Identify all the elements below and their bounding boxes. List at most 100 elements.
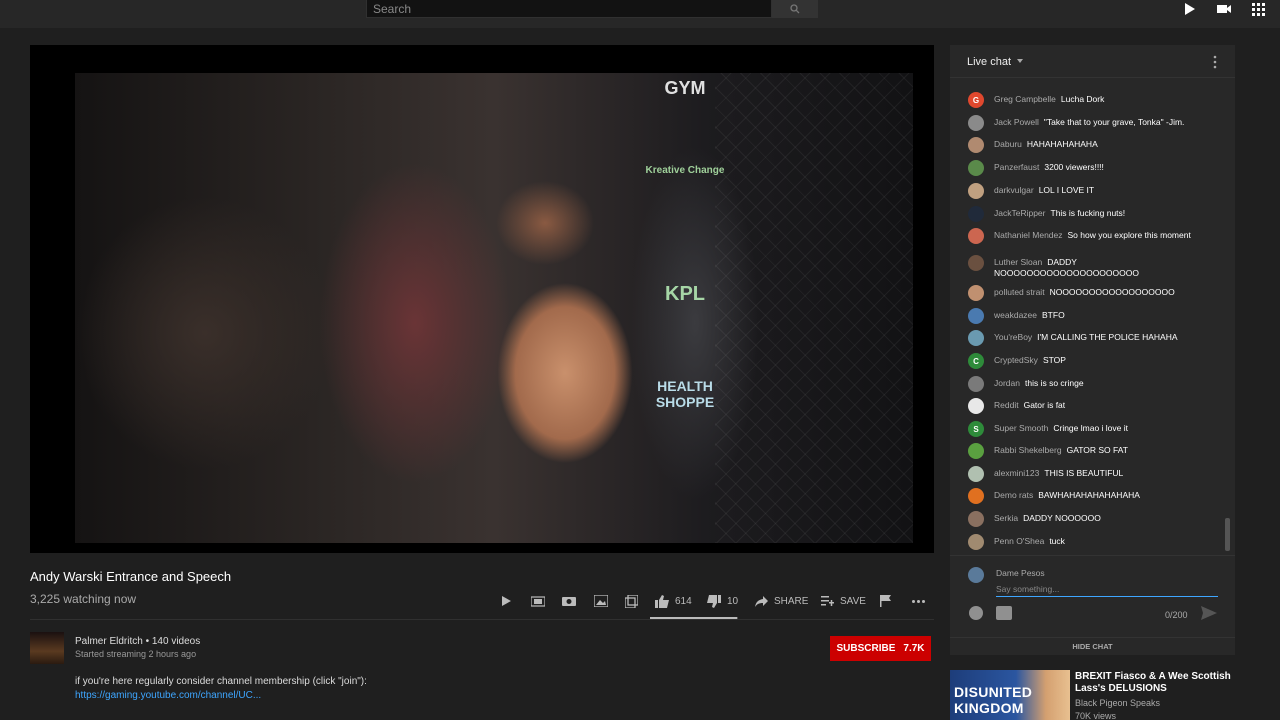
chat-author[interactable]: alexmini123 — [994, 468, 1039, 478]
cage-fence — [715, 73, 913, 543]
chat-avatar: S — [968, 421, 984, 437]
chat-author[interactable]: Luther Sloan — [994, 257, 1042, 267]
play-icon — [502, 596, 511, 606]
chat-author[interactable]: Demo rats — [994, 490, 1033, 500]
chat-author[interactable]: You'reBoy — [994, 332, 1032, 342]
chat-message-body: Super Smooth Cringe lmao i love it — [994, 421, 1128, 434]
chat-message[interactable]: Serkia DADDY NOOOOOO — [968, 511, 1213, 527]
chat-author[interactable]: Jordan — [994, 378, 1020, 388]
subscribe-button[interactable]: SUBSCRIBE 7.7K — [830, 636, 931, 661]
chat-message[interactable]: Jack Powell "Take that to your grave, Ton… — [968, 115, 1213, 131]
chat-message[interactable]: You'reBoy I'M CALLING THE POLICE HAHAHA — [968, 330, 1213, 346]
chat-text: "Take that to your grave, Tonka" -Jim. — [1043, 117, 1185, 127]
clip-button[interactable] — [562, 592, 576, 610]
search-box[interactable] — [366, 0, 772, 18]
video-player[interactable]: GYM Kreative Change KPL HEALTH SHOPPE — [30, 45, 934, 553]
copy-button[interactable] — [625, 592, 638, 610]
chat-message[interactable]: Nathaniel Mendez So how you explore this … — [968, 228, 1213, 244]
chat-message[interactable]: G Greg Campbelle Lucha Dork — [968, 92, 1213, 108]
chat-message[interactable]: S Super Smooth Cringe lmao i love it — [968, 421, 1213, 437]
chat-author[interactable]: weakdazee — [994, 310, 1037, 320]
chat-message[interactable]: Reddit Gator is fat — [968, 398, 1213, 414]
chat-author[interactable]: Panzerfaust — [994, 162, 1039, 172]
chat-author[interactable]: Daburu — [994, 139, 1022, 149]
chat-message[interactable]: Daburu HAHAHAHAHAHA — [968, 137, 1213, 153]
description-link[interactable]: https://gaming.youtube.com/channel/UC... — [75, 690, 261, 701]
miniplayer-icon — [531, 595, 545, 607]
share-button[interactable]: SHARE — [755, 592, 808, 610]
chat-author[interactable]: Penn O'Shea — [994, 536, 1044, 546]
chat-message[interactable]: polluted strait NOOOOOOOOOOOOOOOOOO — [968, 285, 1213, 301]
save-button[interactable]: SAVE — [821, 592, 866, 610]
emoji-icon[interactable] — [969, 606, 983, 620]
video-camera-icon[interactable] — [1214, 0, 1234, 18]
chat-author[interactable]: Greg Campbelle — [994, 94, 1056, 104]
chat-message-body: darkvulgar LOL I LOVE IT — [994, 183, 1094, 196]
chat-message[interactable]: JackTeRipper This is fucking nuts! — [968, 206, 1213, 222]
chat-avatar — [968, 511, 984, 527]
chevron-down-icon[interactable] — [1017, 59, 1023, 63]
super-chat-icon[interactable] — [996, 606, 1012, 620]
video-title: Andy Warski Entrance and Speech — [30, 569, 232, 584]
chat-text: STOP — [1042, 355, 1066, 365]
image-icon — [594, 595, 608, 607]
play-icon[interactable] — [1179, 0, 1199, 18]
channel-avatar[interactable] — [30, 632, 64, 664]
chat-author[interactable]: darkvulgar — [994, 185, 1034, 195]
chat-author[interactable]: Rabbi Shekelberg — [994, 445, 1062, 455]
description-text: if you're here regularly consider channe… — [75, 676, 367, 687]
chat-message-list[interactable]: G Greg Campbelle Lucha Dork Jack Powell "Tak… — [950, 79, 1220, 553]
recommendation-channel[interactable]: Black Pigeon Speaks — [1075, 698, 1160, 708]
chat-scrollbar[interactable] — [1225, 518, 1230, 551]
recommendation-thumbnail[interactable]: DISUNITED KINGDOM — [950, 670, 1070, 720]
search-button[interactable] — [772, 0, 818, 18]
chat-avatar — [968, 183, 984, 199]
chat-author[interactable]: Serkia — [994, 513, 1018, 523]
chat-author[interactable]: Nathaniel Mendez — [994, 230, 1063, 240]
chat-author[interactable]: JackTeRipper — [994, 208, 1046, 218]
chat-message[interactable]: Demo rats BAWHAHAHAHAHAHAHA — [968, 488, 1213, 504]
stream-start-time: Started streaming 2 hours ago — [75, 649, 197, 659]
chat-input-area: Dame Pesos 0/200 — [950, 555, 1235, 637]
chat-message[interactable]: Panzerfaust 3200 viewers!!!! — [968, 160, 1213, 176]
input-author-name: Dame Pesos — [996, 568, 1045, 578]
chat-message[interactable]: alexmini123 THIS IS BEAUTIFUL — [968, 466, 1213, 482]
chat-author[interactable]: Super Smooth — [994, 423, 1048, 433]
like-count: 614 — [675, 595, 692, 607]
more-vertical-icon[interactable] — [1212, 55, 1218, 69]
chat-message-body: Greg Campbelle Lucha Dork — [994, 92, 1104, 105]
chat-author[interactable]: Jack Powell — [994, 117, 1039, 127]
report-button[interactable] — [880, 592, 891, 610]
chat-avatar — [968, 285, 984, 301]
recommendation-title[interactable]: BREXIT Fiasco & A Wee Scottish Lass's DE… — [1075, 671, 1235, 695]
hide-chat-button[interactable]: HIDE CHAT — [950, 637, 1235, 655]
chat-text: BAWHAHAHAHAHAHAHA — [1038, 490, 1140, 500]
chat-message[interactable]: Jordan this is so cringe — [968, 376, 1213, 392]
search-input[interactable] — [367, 0, 771, 18]
chat-message-input[interactable] — [996, 581, 1218, 597]
chat-mode-dropdown[interactable]: Live chat — [967, 56, 1011, 68]
apps-grid-icon[interactable] — [1248, 0, 1268, 18]
play-action-button[interactable] — [500, 592, 512, 610]
chat-avatar: C — [968, 353, 984, 369]
chat-message[interactable]: Luther Sloan DADDY NOOOOOOOOOOOOOOOOOOOOO — [968, 255, 1213, 279]
chat-message[interactable]: weakdazee BTFO — [968, 308, 1213, 324]
chat-message-body: You'reBoy I'M CALLING THE POLICE HAHAHA — [994, 330, 1178, 343]
chat-author[interactable]: CryptedSky — [994, 355, 1038, 365]
dislike-button[interactable]: 10 — [707, 592, 738, 610]
chat-message[interactable]: Penn O'Shea tuck — [968, 534, 1213, 550]
like-button[interactable]: 614 — [655, 592, 692, 610]
more-actions-button[interactable] — [912, 592, 925, 610]
chat-message-body: weakdazee BTFO — [994, 308, 1065, 321]
chat-author[interactable]: polluted strait — [994, 287, 1045, 297]
send-icon[interactable] — [1200, 605, 1218, 621]
channel-name[interactable]: Palmer Eldritch • 140 videos — [75, 636, 200, 647]
miniplayer-button[interactable] — [531, 592, 545, 610]
chat-message[interactable]: Rabbi Shekelberg GATOR SO FAT — [968, 443, 1213, 459]
chat-author[interactable]: Reddit — [994, 400, 1019, 410]
chat-message[interactable]: C CryptedSky STOP — [968, 353, 1213, 369]
chat-avatar — [968, 398, 984, 414]
chat-text: So how you explore this moment — [1067, 230, 1191, 240]
image-button[interactable] — [594, 592, 608, 610]
chat-message[interactable]: darkvulgar LOL I LOVE IT — [968, 183, 1213, 199]
